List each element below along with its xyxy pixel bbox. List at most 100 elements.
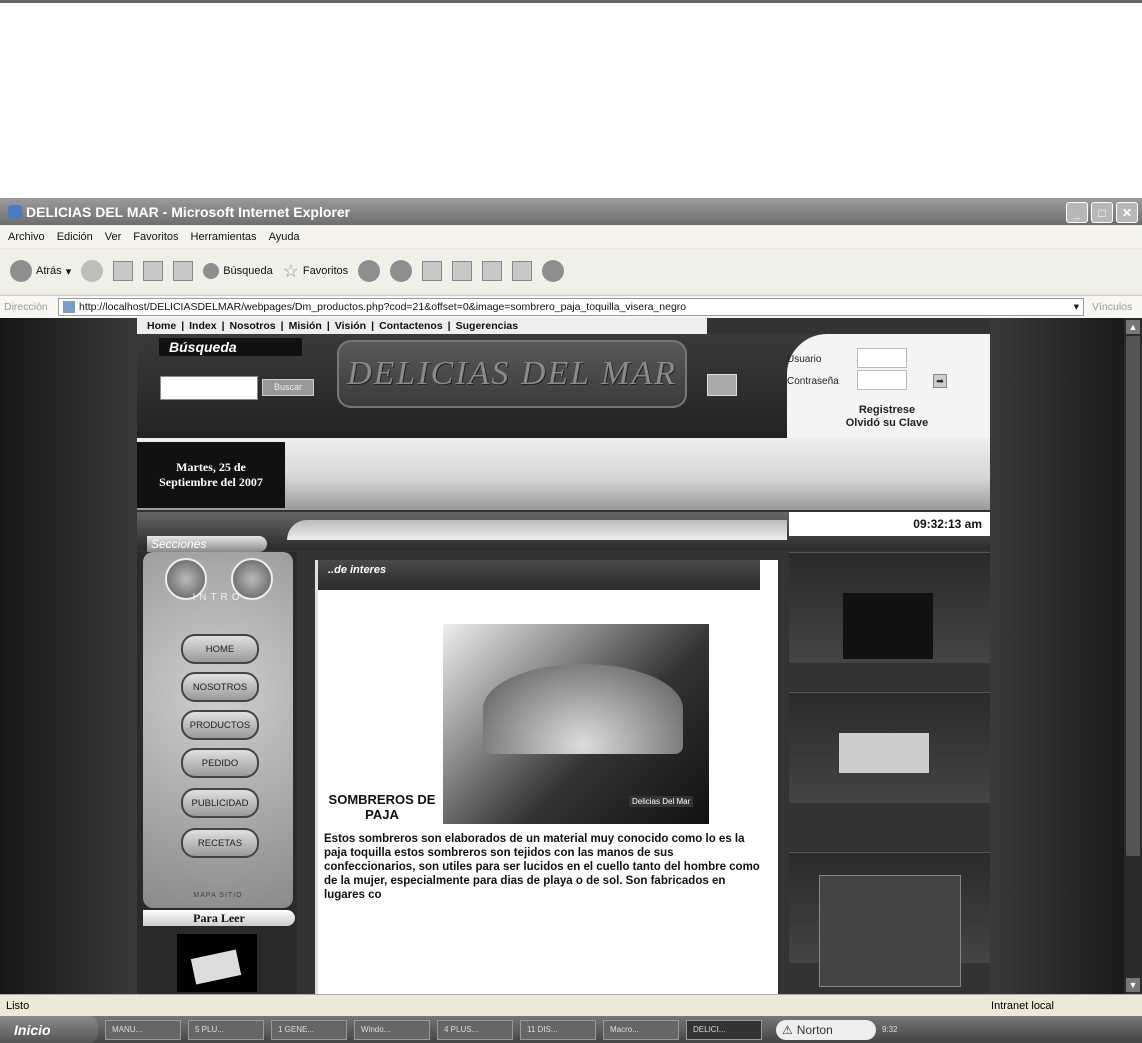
address-bar: Dirección http://localhost/DELICIASDELMA… xyxy=(0,295,1142,319)
nav-contactenos[interactable]: Contactenos xyxy=(379,320,443,332)
intro-link[interactable]: INTRO xyxy=(143,592,293,603)
nav-divider: | xyxy=(447,320,451,332)
product-title: SOMBREROS DE PAJA xyxy=(328,792,436,822)
site-frame: Home | Index | Nosotros | Misión | Visión | C… xyxy=(137,318,990,994)
zone-text: Intranet local xyxy=(991,1000,1054,1012)
menu-bar: Archivo Edición Ver Favoritos Herramient… xyxy=(0,226,1142,248)
taskbar-item-active[interactable]: DELICI... xyxy=(686,1019,762,1040)
signs-image[interactable] xyxy=(839,733,929,773)
print-icon xyxy=(422,261,443,281)
register-link[interactable]: Registrese xyxy=(787,404,987,417)
username-input[interactable] xyxy=(857,348,907,368)
right-panel-1 xyxy=(789,552,990,663)
menu-ayuda[interactable]: Ayuda xyxy=(269,231,300,243)
taskbar-item[interactable]: 11 DIS... xyxy=(520,1019,596,1040)
band-highlight xyxy=(287,520,787,540)
menu-recetas[interactable]: RECETAS xyxy=(181,828,259,858)
scroll-up-arrow-icon[interactable]: ▲ xyxy=(1126,320,1140,334)
nav-divider: | xyxy=(280,320,284,332)
menu-pedido[interactable]: PEDIDO xyxy=(181,748,259,778)
window-title: DELICIAS DEL MAR - Microsoft Internet Ex… xyxy=(26,204,351,220)
dropdown-icon[interactable]: ▾ xyxy=(66,265,72,278)
scroll-thumb[interactable] xyxy=(1126,336,1140,856)
book-image[interactable] xyxy=(177,934,257,992)
menu-ver[interactable]: Ver xyxy=(105,231,122,243)
food-image[interactable] xyxy=(819,875,961,987)
close-button[interactable]: ✕ xyxy=(1116,202,1138,223)
nav-mision[interactable]: Misión xyxy=(289,320,322,332)
messenger-button[interactable] xyxy=(542,260,565,282)
photo-caption: Delicias Del Mar xyxy=(629,796,694,807)
crest-icon xyxy=(707,374,737,396)
discuss-icon xyxy=(482,261,503,281)
menu-productos[interactable]: PRODUCTOS xyxy=(181,710,259,740)
menu-herramientas[interactable]: Herramientas xyxy=(191,231,257,243)
nav-sugerencias[interactable]: Sugerencias xyxy=(456,320,518,332)
status-bar: Listo Intranet local xyxy=(0,994,1142,1017)
menu-favoritos[interactable]: Favoritos xyxy=(133,231,178,243)
scroll-down-arrow-icon[interactable]: ▼ xyxy=(1126,978,1140,992)
maximize-button[interactable]: □ xyxy=(1091,202,1113,223)
taskbar-item[interactable]: Macro... xyxy=(603,1019,679,1040)
norton-tray[interactable]: ⚠ Norton xyxy=(776,1019,876,1040)
edit-icon xyxy=(452,261,473,281)
links-label[interactable]: Vínculos xyxy=(1092,301,1132,313)
nav-nosotros[interactable]: Nosotros xyxy=(230,320,276,332)
nav-index[interactable]: Index xyxy=(189,320,216,332)
taskbar-item[interactable]: 4 PLUS... xyxy=(437,1019,513,1040)
address-input[interactable]: http://localhost/DELICIASDELMAR/webpages… xyxy=(58,298,1084,316)
menu-edicion[interactable]: Edición xyxy=(57,231,93,243)
history-icon xyxy=(358,260,381,282)
favorites-label: Favoritos xyxy=(302,265,349,277)
discuss-button[interactable] xyxy=(482,261,503,281)
site-logo: DELICIAS DEL MAR xyxy=(337,340,687,408)
menu-archivo[interactable]: Archivo xyxy=(8,231,45,243)
right-panel-2 xyxy=(789,692,990,803)
date-text: Martes, 25 de Septiembre del 2007 xyxy=(159,460,263,489)
stop-button[interactable] xyxy=(113,261,134,281)
taskbar-item[interactable]: 1 GENE... xyxy=(271,1019,347,1040)
page-icon xyxy=(63,301,75,313)
login-arrow-icon[interactable]: ➡ xyxy=(933,374,947,388)
taskbar: Inicio MANU... 5 PLU... 1 GENE... Windo.… xyxy=(0,1016,1142,1043)
start-button[interactable]: Inicio xyxy=(0,1016,98,1043)
nav-vision[interactable]: Visión xyxy=(335,320,366,332)
date-display: Martes, 25 de Septiembre del 2007 xyxy=(137,442,285,508)
research-icon xyxy=(512,261,533,281)
site-nav: Home | Index | Nosotros | Misión | Visión | C… xyxy=(137,318,707,334)
clown-image[interactable] xyxy=(843,593,933,659)
site-search-button[interactable]: Buscar xyxy=(262,379,314,396)
search-button[interactable]: Búsqueda xyxy=(203,263,273,279)
product-photo: Delicias Del Mar xyxy=(443,624,709,824)
menu-column: INTRO HOME NOSOTROS PRODUCTOS PEDIDO PUB… xyxy=(137,552,297,994)
product-description: Estos sombreros son elaborados de un mat… xyxy=(324,833,760,901)
print-button[interactable] xyxy=(422,261,443,281)
vertical-scrollbar[interactable]: ▲ ▼ xyxy=(1124,318,1142,994)
minimize-button[interactable]: _ xyxy=(1066,202,1088,223)
research-button[interactable] xyxy=(512,261,533,281)
back-button[interactable]: Atrás ▾ xyxy=(10,260,71,282)
page-top-border xyxy=(0,0,1142,3)
menu-nosotros[interactable]: NOSOTROS xyxy=(181,672,259,702)
back-arrow-icon xyxy=(10,260,32,282)
refresh-button[interactable] xyxy=(143,261,164,281)
nav-home[interactable]: Home xyxy=(147,320,176,332)
taskbar-item[interactable]: Windo... xyxy=(354,1019,430,1040)
menu-publicidad[interactable]: PUBLICIDAD xyxy=(181,788,259,818)
history-button[interactable] xyxy=(358,260,381,282)
taskbar-item[interactable]: MANU... xyxy=(105,1019,181,1040)
menu-home[interactable]: HOME xyxy=(181,634,259,664)
favorites-button[interactable]: ☆ Favoritos xyxy=(283,261,348,282)
mail-button[interactable] xyxy=(390,260,413,282)
forgot-password-link[interactable]: Olvidó su Clave xyxy=(787,417,987,430)
caterpillar-menu: INTRO HOME NOSOTROS PRODUCTOS PEDIDO PUB… xyxy=(143,552,293,908)
edit-button[interactable] xyxy=(452,261,473,281)
warning-icon: ⚠ xyxy=(782,1022,793,1037)
taskbar-item[interactable]: 5 PLU... xyxy=(188,1019,264,1040)
site-search-input[interactable] xyxy=(160,376,258,400)
forward-button[interactable] xyxy=(81,260,104,282)
address-dropdown-icon[interactable]: ▾ xyxy=(1074,301,1079,313)
site-map-link[interactable]: MAPA SITIO xyxy=(143,892,293,899)
password-input[interactable] xyxy=(857,370,907,390)
home-button[interactable] xyxy=(173,261,194,281)
